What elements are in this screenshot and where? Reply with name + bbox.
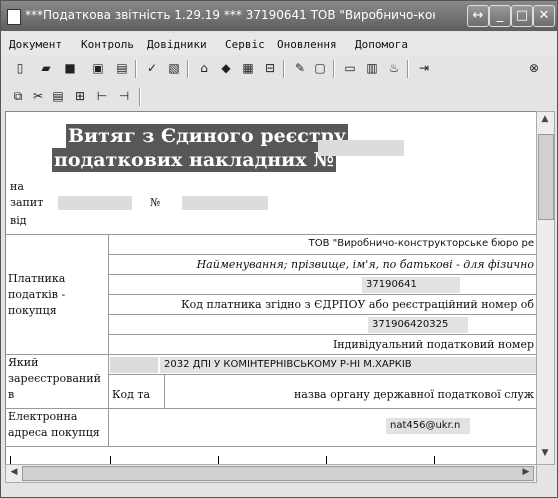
menu-document[interactable]: Документ (9, 38, 62, 51)
invoice-number-field[interactable] (318, 140, 404, 156)
tax-office-value: 2032 ДПІ У КОМІНТЕРНІВСЬКОМУ Р-НІ М.ХАРК… (160, 357, 536, 373)
insert-row-icon[interactable]: ⊞ (73, 89, 87, 103)
window-icon[interactable]: ▭ (343, 61, 357, 75)
document-heading-line2: податкових накладних № (52, 148, 336, 172)
payer-label-1: Платника (8, 272, 66, 285)
name-caption: Найменування; прізвище, ім'я, по батьков… (196, 258, 534, 271)
edrpou-value: 37190641 (362, 277, 460, 293)
save-all-icon[interactable]: ▣ (91, 61, 105, 75)
validate-icon[interactable]: ▧ (167, 61, 181, 75)
ipn-caption: Індивідуальний податковий номер (332, 338, 534, 351)
diamond-icon[interactable]: ◆ (219, 61, 233, 75)
menu-help[interactable]: Допомога (355, 38, 408, 51)
scroll-up-icon[interactable]: ▲ (539, 114, 551, 126)
tax-office-code-field[interactable] (110, 357, 158, 373)
print-icon[interactable]: ▤ (115, 61, 129, 75)
horizontal-scroll-thumb[interactable] (22, 466, 534, 481)
menu-bar: Документ Контроль Довідники Сервіс Оновл… (1, 33, 557, 55)
menu-updates[interactable]: Оновлення (277, 38, 337, 51)
horizontal-scrollbar[interactable]: ◀ ▶ (5, 464, 537, 483)
edit-pen-icon[interactable]: ✎ (293, 61, 307, 75)
tax-office-caption: назва органу державної податкової служ (293, 388, 534, 401)
document-heading-line1: Витяг з Єдиного реєстру (66, 124, 349, 148)
maximize-button[interactable]: □ (511, 5, 533, 27)
ipn-value: 371906420325 (368, 317, 468, 333)
close-doc-icon[interactable]: ⊗ (527, 61, 541, 75)
vertical-scroll-thumb[interactable] (538, 134, 554, 220)
payer-label-2: податків - (8, 288, 66, 301)
main-toolbar: ▯ ▰ ■ ▣ ▤ ✓ ▧ ⌂ ◆ ▦ ⊟ ✎ ▢ ▭ ▥ ♨ ⇥ ⊗ (1, 57, 557, 81)
check-icon[interactable]: ✓ (145, 61, 159, 75)
title-bar: ***Податкова звітність 1.29.19 *** 37190… (1, 1, 557, 31)
registered-label-2: зареєстрований (8, 372, 101, 385)
payer-label-3: покупця (8, 304, 57, 317)
registered-label-3: в (8, 388, 15, 401)
vertical-scrollbar[interactable]: ▲ ▼ (536, 111, 555, 465)
request-number-field[interactable] (182, 196, 268, 210)
copy-icon[interactable]: ⧉ (11, 89, 25, 103)
email-value: nat456@ukr.n (386, 418, 470, 434)
delete-row-icon[interactable]: ⊣ (117, 89, 131, 103)
home-icon[interactable]: ⌂ (197, 61, 211, 75)
request-date-field[interactable] (58, 196, 132, 210)
email-label-2: адреса покупця (8, 426, 100, 439)
request-label-1: на (10, 180, 24, 193)
scroll-right-icon[interactable]: ▶ (520, 467, 532, 479)
menu-control[interactable]: Контроль (81, 38, 134, 51)
request-label-2: запит (10, 196, 44, 209)
app-icon (7, 9, 21, 25)
save-icon[interactable]: ■ (63, 61, 77, 75)
add-row-icon[interactable]: ⊢ (95, 89, 109, 103)
menu-service[interactable]: Сервіс (225, 38, 265, 51)
minimize-button[interactable]: _ (489, 5, 511, 27)
close-button[interactable]: ✕ (533, 5, 555, 27)
new-document-icon[interactable]: ▯ (13, 61, 27, 75)
restore-size-button[interactable]: ↔ (467, 5, 489, 27)
exit-icon[interactable]: ⇥ (417, 61, 431, 75)
pages-icon[interactable]: ▥ (365, 61, 379, 75)
application-window: ***Податкова звітність 1.29.19 *** 37190… (0, 0, 558, 498)
document-view[interactable]: Витяг з Єдиного реєстру податкових накла… (5, 111, 537, 465)
cut-icon[interactable]: ✂ (31, 89, 45, 103)
number-sign: № (150, 196, 161, 209)
code-caption: Код та (112, 388, 151, 401)
company-name-value: ТОВ "Виробничо-конструкторське бюро ре (308, 238, 534, 249)
edit-toolbar: ⧉ ✂ ▤ ⊞ ⊢ ⊣ (1, 85, 151, 109)
copy-doc-icon[interactable]: ▦ (241, 61, 255, 75)
registered-label-1: Який (8, 356, 39, 369)
edrpou-caption: Код платника згідно з ЄДРПОУ або реєстра… (181, 298, 534, 311)
request-label-3: від (10, 214, 27, 227)
export-icon[interactable]: ⊟ (263, 61, 277, 75)
stamp-icon[interactable]: ♨ (387, 61, 401, 75)
blank-page-icon[interactable]: ▢ (313, 61, 327, 75)
menu-directories[interactable]: Довідники (147, 38, 207, 51)
scroll-down-icon[interactable]: ▼ (539, 448, 551, 460)
paste-icon[interactable]: ▤ (51, 89, 65, 103)
scroll-left-icon[interactable]: ◀ (8, 467, 20, 479)
email-label-1: Електронна (8, 410, 78, 423)
window-title: ***Податкова звітність 1.29.19 *** 37190… (25, 8, 435, 22)
open-folder-icon[interactable]: ▰ (39, 61, 53, 75)
